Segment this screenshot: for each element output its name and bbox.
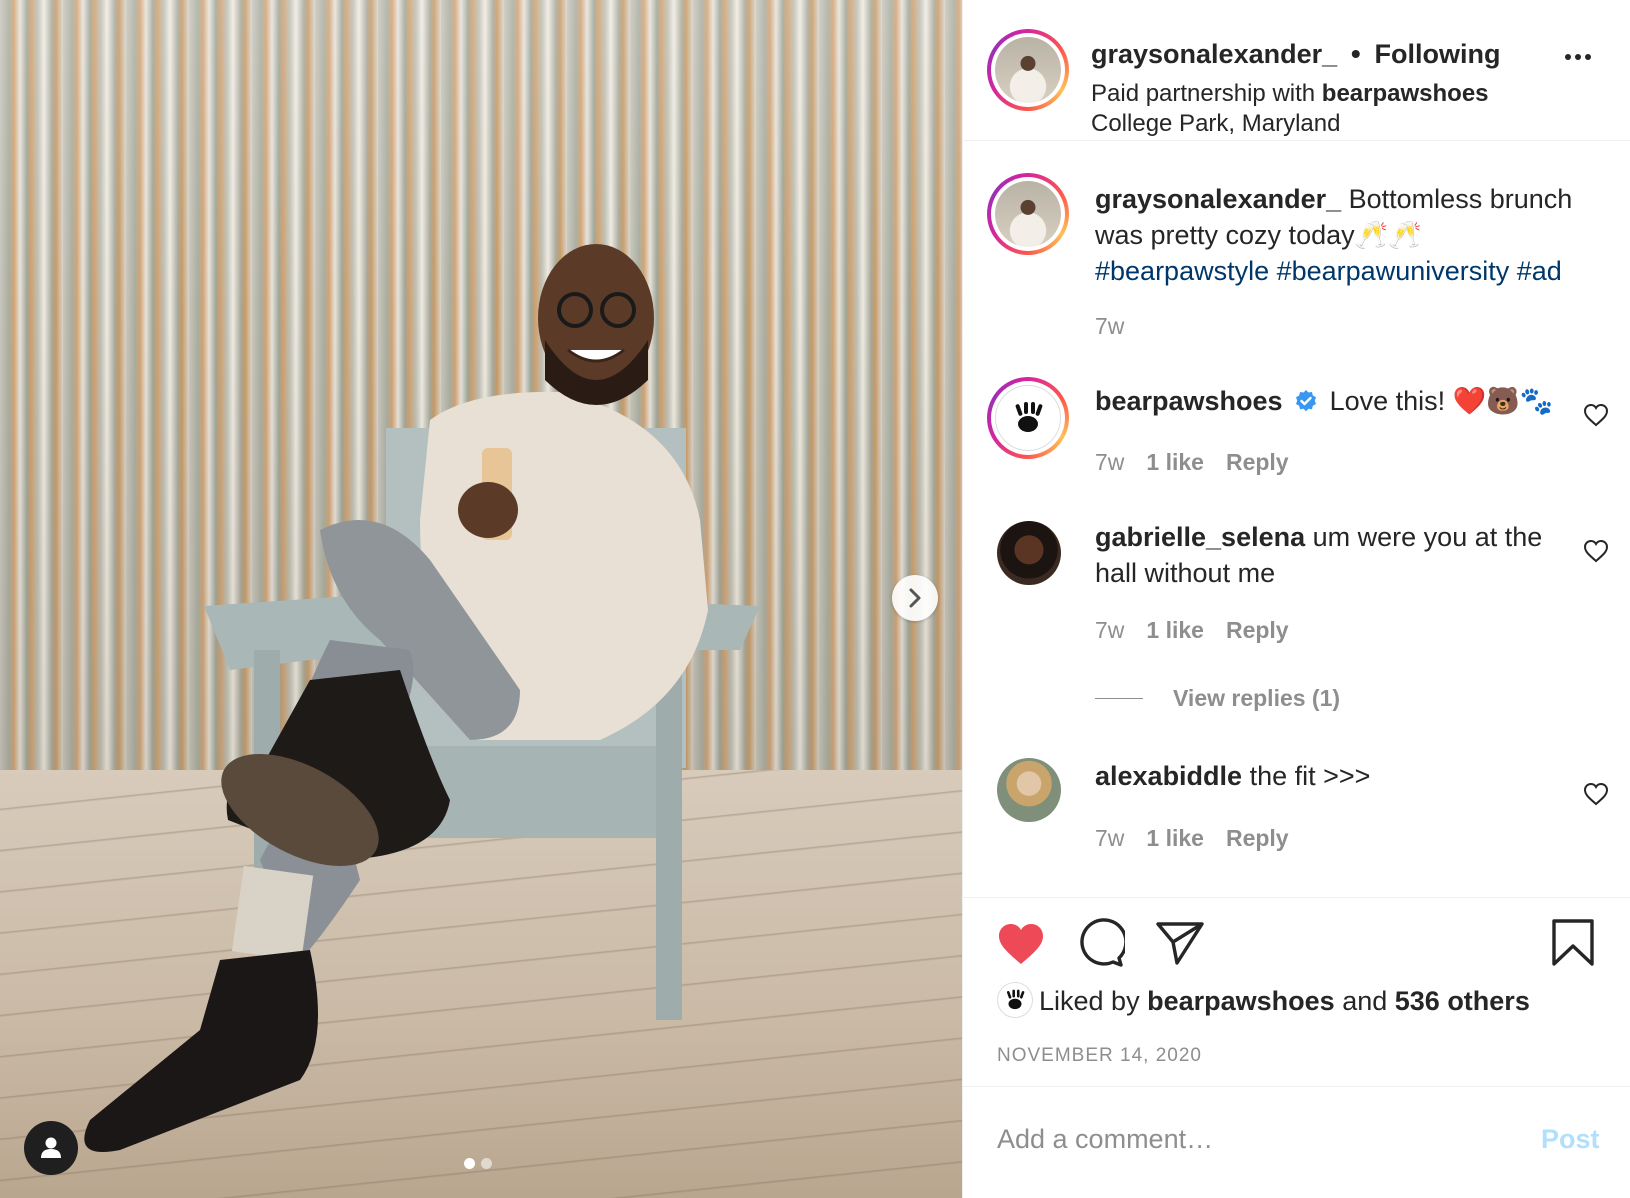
comment-avatar-bearpawshoes[interactable] [987,377,1069,459]
author-username[interactable]: graysonalexander_ [1091,39,1337,69]
view-replies-button[interactable]: View replies (1) [1173,685,1340,712]
comment-likes[interactable]: 1 like [1146,449,1204,475]
likes-others-link[interactable]: 536 others [1395,986,1530,1016]
comment-username[interactable]: gabrielle_selena [1095,522,1305,552]
post-details-panel: graysonalexander_ • Following Paid partn… [962,0,1630,1198]
view-replies-row[interactable]: View replies (1) [1095,685,1340,712]
comment-time: 7w [1095,825,1125,851]
more-options-button[interactable] [1565,54,1591,60]
chair-leg-right [656,650,682,1020]
carousel-next-button[interactable] [892,575,938,621]
comment-time: 7w [1095,617,1125,643]
reply-button[interactable]: Reply [1226,449,1289,475]
comment-likes[interactable]: 1 like [1146,617,1204,643]
comment-bubble-icon [1080,918,1128,967]
caption-username[interactable]: graysonalexander_ [1095,184,1341,214]
caption: graysonalexander_ Bottomless brunch was … [1095,181,1611,289]
author-avatar[interactable] [987,29,1069,111]
liker-username[interactable]: bearpawshoes [1147,986,1335,1016]
bear-paw-icon [1006,989,1025,1010]
carousel-indicator [464,1158,492,1169]
like-comment-button[interactable] [1583,539,1609,568]
boot-floor [84,950,319,1152]
comment-avatar-gabrielle[interactable] [997,521,1061,585]
like-comment-button[interactable] [1583,403,1609,432]
share-button[interactable] [1155,920,1205,971]
bear-paw-icon [1015,402,1043,432]
following-button[interactable]: Following [1375,39,1501,69]
more-dot [1575,54,1581,60]
partner-link[interactable]: bearpawshoes [1322,80,1489,107]
post-actions: Liked by bearpawshoes and 536 others NOV… [963,897,1630,1087]
heart-outline-icon [1583,403,1609,427]
person-icon [41,1137,61,1158]
post-photo[interactable] [0,0,962,1198]
hand [458,482,518,538]
comment-username[interactable]: alexabiddle [1095,761,1242,791]
caption-hashtags[interactable]: #bearpawstyle #bearpawuniversity #ad [1095,256,1562,286]
comment-3-meta: 7w 1 like Reply [1095,825,1289,852]
caption-avatar[interactable] [987,173,1069,255]
comment-likes[interactable]: 1 like [1146,825,1204,851]
liker-avatar[interactable] [997,982,1033,1018]
likes-joiner: and [1342,986,1388,1016]
comments-list[interactable]: graysonalexander_ Bottomless brunch was … [963,141,1630,897]
heart-filled-icon [999,924,1043,964]
likes-prefix: Liked by [1039,986,1140,1016]
post-comment-button[interactable]: Post [1541,1124,1600,1155]
chevron-right-icon [909,588,921,608]
heart-outline-icon [1583,539,1609,563]
comment-2: gabrielle_selena um were you at the hall… [1095,519,1575,591]
paper-plane-icon [1156,922,1204,965]
bookmark-icon [1552,919,1594,966]
carousel-dot [481,1158,492,1169]
comment-button[interactable] [1075,918,1128,973]
man-in-chair-illustration [84,244,760,1152]
comment-time: 7w [1095,449,1125,475]
partnership-line: Paid partnership with bearpawshoes [1091,80,1489,108]
likes-summary: Liked by bearpawshoes and 536 others [1039,986,1530,1017]
caption-time: 7w [1095,313,1125,339]
comment-text: the fit >>> [1249,761,1371,791]
verified-badge-icon [1296,390,1317,412]
comment-1-meta: 7w 1 like Reply [1095,449,1289,476]
comment-text: Love this! ❤️🐻🐾 [1329,386,1554,416]
more-dot [1585,54,1591,60]
partnership-label: Paid partnership with [1091,80,1316,107]
replies-divider [1095,698,1143,699]
comment-1: bearpawshoes Love this! ❤️🐻🐾 [1095,383,1565,419]
add-comment-input[interactable] [997,1124,1497,1155]
reply-button[interactable]: Reply [1226,825,1289,851]
author-line: graysonalexander_ • Following [1091,38,1500,70]
comment-3: alexabiddle the fit >>> [1095,758,1575,794]
post-date[interactable]: NOVEMBER 14, 2020 [997,1045,1202,1067]
save-button[interactable] [1551,918,1595,973]
reply-button[interactable]: Reply [1226,617,1289,643]
more-dot [1565,54,1571,60]
post-header: graysonalexander_ • Following Paid partn… [963,0,1630,141]
like-button[interactable] [995,920,1047,973]
location-link[interactable]: College Park, Maryland [1091,110,1340,138]
comment-username[interactable]: bearpawshoes [1095,386,1283,416]
comment-2-meta: 7w 1 like Reply [1095,617,1289,644]
comment-avatar-alexabiddle[interactable] [997,758,1061,822]
separator-dot: • [1350,38,1361,69]
carousel-dot-active [464,1158,475,1169]
jeans-cuff-right [231,865,314,961]
heart-outline-icon [1583,782,1609,806]
tagged-users-button[interactable] [24,1121,78,1175]
like-comment-button[interactable] [1583,782,1609,811]
